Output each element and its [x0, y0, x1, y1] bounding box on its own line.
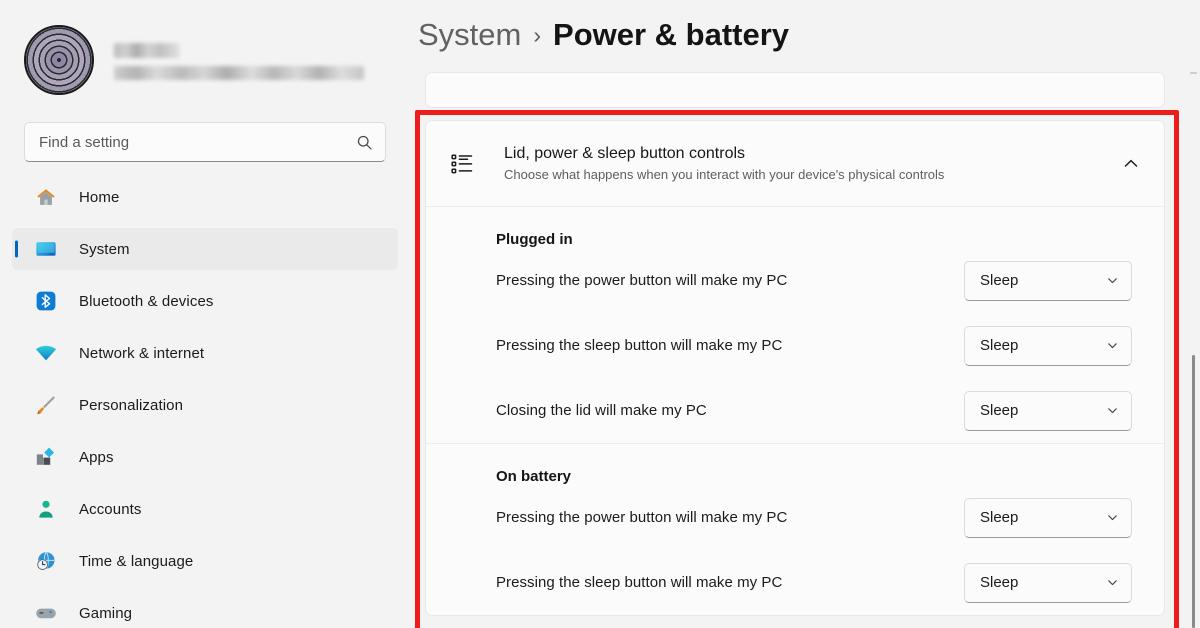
settings-window: Home System: [0, 0, 1200, 628]
apps-icon: [34, 445, 58, 469]
sidebar-item-label: Home: [79, 189, 119, 206]
sidebar-item-label: Time & language: [79, 553, 193, 570]
search-box[interactable]: [24, 122, 386, 162]
sidebar-item-bluetooth-devices[interactable]: Bluetooth & devices: [12, 280, 398, 322]
person-icon: [34, 497, 58, 521]
sidebar-item-label: Apps: [79, 449, 114, 466]
gamepad-icon: [34, 601, 58, 625]
home-icon: [34, 185, 58, 209]
content-area: System › Power & battery: [410, 0, 1200, 628]
wifi-icon: [34, 341, 58, 365]
lid-power-sleep-card: Lid, power & sleep button controls Choos…: [425, 120, 1165, 616]
setting-label: Closing the lid will make my PC: [496, 402, 964, 419]
sidebar-item-accounts[interactable]: Accounts: [12, 488, 398, 530]
chevron-down-icon: [1106, 339, 1119, 352]
scrollbar-thumb[interactable]: [1192, 355, 1195, 628]
previous-card-partial[interactable]: [425, 72, 1165, 108]
power-button-plugged-dropdown[interactable]: Sleep: [964, 261, 1132, 301]
row-plugged-close-lid: Closing the lid will make my PC Sleep: [426, 378, 1164, 443]
combo-value: Sleep: [980, 337, 1018, 354]
combo-value: Sleep: [980, 509, 1018, 526]
clock-globe-icon: [34, 549, 58, 573]
list-settings-icon: [450, 151, 476, 177]
group-title: On battery: [426, 444, 1164, 485]
page-title: Power & battery: [553, 17, 789, 53]
sidebar-item-system[interactable]: System: [12, 228, 398, 270]
search-input[interactable]: [39, 123, 356, 161]
row-battery-power-button: Pressing the power button will make my P…: [426, 485, 1164, 550]
sidebar-item-label: System: [79, 241, 130, 258]
group-plugged-in: Plugged in Pressing the power button wil…: [426, 207, 1164, 443]
sidebar-item-label: Accounts: [79, 501, 142, 518]
sidebar-item-personalization[interactable]: Personalization: [12, 384, 398, 426]
sidebar-item-label: Gaming: [79, 605, 132, 622]
combo-value: Sleep: [980, 402, 1018, 419]
sidebar-item-home[interactable]: Home: [12, 176, 398, 218]
avatar: [24, 25, 94, 95]
user-name-redacted: [114, 43, 180, 58]
sidebar-item-label: Personalization: [79, 397, 183, 414]
sleep-button-battery-dropdown[interactable]: Sleep: [964, 563, 1132, 603]
row-battery-sleep-button: Pressing the sleep button will make my P…: [426, 550, 1164, 615]
row-plugged-power-button: Pressing the power button will make my P…: [426, 248, 1164, 313]
card-subtitle: Choose what happens when you interact wi…: [504, 167, 1120, 182]
breadcrumb-separator-icon: ›: [533, 22, 541, 49]
power-button-battery-dropdown[interactable]: Sleep: [964, 498, 1132, 538]
setting-label: Pressing the power button will make my P…: [496, 509, 964, 526]
sidebar-item-network-internet[interactable]: Network & internet: [12, 332, 398, 374]
chevron-down-icon: [1106, 576, 1119, 589]
close-lid-plugged-dropdown[interactable]: Sleep: [964, 391, 1132, 431]
setting-label: Pressing the sleep button will make my P…: [496, 337, 964, 354]
sidebar-item-label: Network & internet: [79, 345, 204, 362]
sidebar-item-apps[interactable]: Apps: [12, 436, 398, 478]
group-title: Plugged in: [426, 207, 1164, 248]
sidebar-item-time-language[interactable]: Time & language: [12, 540, 398, 582]
group-on-battery: On battery Pressing the power button wil…: [426, 443, 1164, 615]
setting-label: Pressing the power button will make my P…: [496, 272, 964, 289]
bluetooth-icon: [34, 289, 58, 313]
search-icon: [356, 134, 373, 151]
monitor-icon: [34, 237, 58, 261]
sidebar-item-label: Bluetooth & devices: [79, 293, 213, 310]
card-header[interactable]: Lid, power & sleep button controls Choos…: [426, 121, 1164, 207]
chevron-down-icon: [1106, 404, 1119, 417]
paintbrush-icon: [34, 393, 58, 417]
sidebar-nav: Home System: [0, 176, 410, 628]
page-scrollbar[interactable]: [1190, 0, 1197, 628]
chevron-up-icon[interactable]: [1120, 153, 1142, 175]
combo-value: Sleep: [980, 574, 1018, 591]
profile-text: [114, 41, 364, 80]
sidebar: Home System: [0, 0, 410, 628]
combo-value: Sleep: [980, 272, 1018, 289]
user-email-redacted: [114, 66, 364, 80]
breadcrumb-parent[interactable]: System: [418, 17, 521, 53]
card-title: Lid, power & sleep button controls: [504, 145, 1120, 163]
chevron-down-icon: [1106, 511, 1119, 524]
sleep-button-plugged-dropdown[interactable]: Sleep: [964, 326, 1132, 366]
breadcrumb: System › Power & battery: [410, 0, 1200, 53]
chevron-down-icon: [1106, 274, 1119, 287]
setting-label: Pressing the sleep button will make my P…: [496, 574, 964, 591]
settings-scroll-area: Lid, power & sleep button controls Choos…: [410, 72, 1200, 628]
user-profile[interactable]: [0, 16, 410, 100]
card-header-text: Lid, power & sleep button controls Choos…: [504, 145, 1120, 182]
sidebar-item-gaming[interactable]: Gaming: [12, 592, 398, 628]
row-plugged-sleep-button: Pressing the sleep button will make my P…: [426, 313, 1164, 378]
